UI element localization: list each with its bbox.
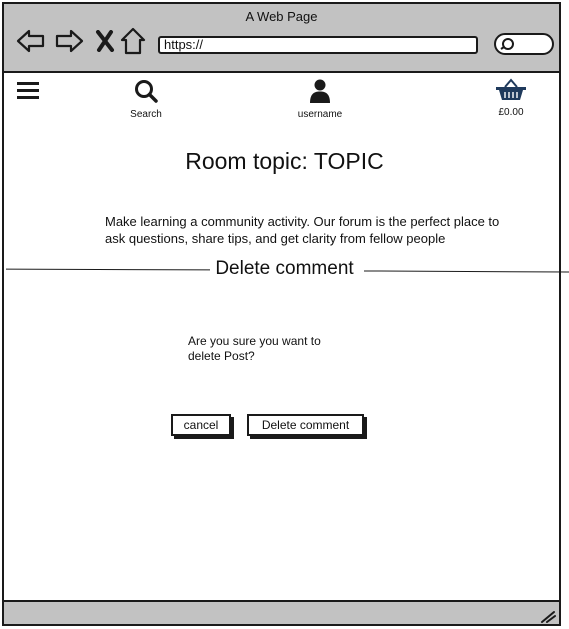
search-label: Search	[130, 109, 162, 120]
window-title: A Web Page	[245, 9, 318, 24]
stop-icon[interactable]	[90, 26, 120, 56]
delete-comment-button[interactable]: Delete comment	[247, 414, 364, 436]
address-bar[interactable]: https://	[158, 36, 478, 54]
shopping-basket-icon	[496, 78, 526, 100]
browser-status-bar	[2, 600, 561, 626]
cart-total: £0.00	[498, 107, 524, 118]
section-title: Delete comment	[215, 258, 354, 279]
room-description: Make learning a community activity. Our …	[105, 214, 500, 246]
user-icon	[310, 79, 330, 103]
magnifier-icon	[500, 38, 514, 50]
section-heading: Delete comment	[0, 258, 569, 282]
hamburger-menu-button[interactable]	[16, 80, 40, 105]
back-icon[interactable]	[16, 26, 46, 56]
home-icon[interactable]	[118, 26, 148, 56]
menu-icon	[17, 82, 39, 99]
browser-search-field[interactable]	[494, 33, 554, 55]
browser-window	[2, 2, 561, 626]
confirm-message: Are you sure you want to delete Post?	[188, 334, 321, 363]
username-label: username	[297, 109, 343, 120]
page-title: Room topic: TOPIC	[185, 148, 384, 174]
browser-chrome: A Web Page https://	[2, 2, 561, 73]
search-link[interactable]: Search	[126, 78, 166, 120]
search-icon	[135, 80, 158, 103]
cancel-button[interactable]: cancel	[171, 414, 231, 436]
cart-link[interactable]: £0.00	[492, 78, 530, 118]
forward-icon[interactable]	[54, 26, 84, 56]
user-link[interactable]: username	[290, 78, 350, 120]
resize-grip-icon[interactable]	[540, 609, 556, 623]
